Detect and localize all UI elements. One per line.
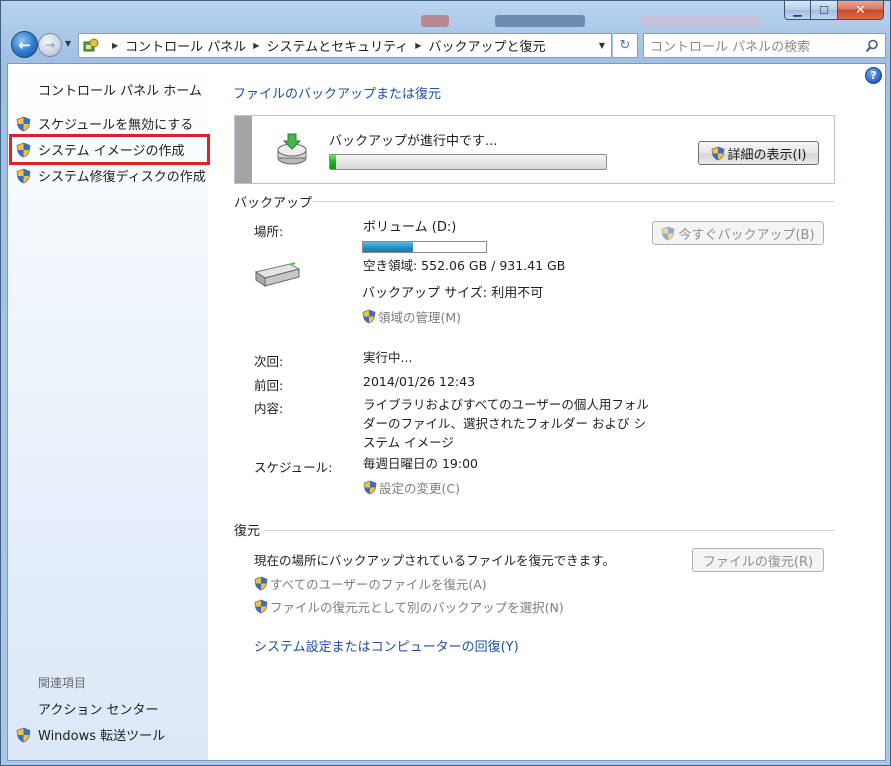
maximize-button[interactable]: ☐ [811,1,838,20]
forward-button[interactable]: → [38,33,62,57]
backup-section-heading: バックアップ [234,196,313,211]
backup-progress-panel: バックアップが進行中です... 詳細の表示(I) [234,115,835,184]
minimize-button[interactable]: ▁ [784,1,811,20]
section-divider [313,201,834,202]
task-label: システム修復ディスクの作成 [38,170,206,185]
chevron-right-icon[interactable]: ▶ [112,41,118,50]
uac-shield-icon [16,116,31,131]
uac-shield-icon [711,146,724,160]
next-run-value: 実行中... [363,350,413,365]
manage-space-link[interactable]: 領域の管理(M) [362,307,461,326]
uac-shield-icon [254,599,268,614]
select-other-backup-link[interactable]: ファイルの復元元として別のバックアップを選択(N) [254,597,564,616]
progress-bar-fill [330,155,336,169]
search-icon[interactable] [865,39,879,53]
chevron-right-icon[interactable]: ▶ [253,41,259,50]
task-label: スケジュールを無効にする [38,118,194,133]
link-label: 領域の管理(M) [378,310,462,325]
backup-progress-bar [329,154,607,170]
restore-section-heading: 復元 [234,524,261,539]
free-space-text: 空き領域: 552.06 GB / 931.41 GB [363,258,566,273]
link-label: 設定の変更(C) [379,481,460,496]
page-title: ファイルのバックアップまたは復元 [233,87,442,102]
windows-easy-transfer-link[interactable]: Windows 転送ツール [16,725,165,744]
view-details-button[interactable]: 詳細の表示(I) [698,141,819,165]
location-label: 場所: [254,224,284,239]
control-panel-home-link[interactable]: コントロール パネル ホーム [38,80,202,99]
task-create-repair-disc[interactable]: システム修復ディスクの作成 [16,166,206,185]
change-settings-link[interactable]: 設定の変更(C) [363,478,460,497]
schedule-value: 毎週日曜日の 19:00 [363,456,478,471]
last-run-value: 2014/01/26 12:43 [363,374,476,389]
contents-value-line: ステム イメージ [363,435,454,450]
highlight-box [9,134,210,165]
contents-label: 内容: [254,401,284,416]
hard-drive-icon [254,262,301,287]
task-pane: コントロール パネル ホーム スケジュールを無効にする システム イメージの作成 [8,64,210,760]
uac-shield-icon [362,309,376,324]
restore-files-button[interactable]: ファイルの復元(R) [692,548,824,572]
control-panel-icon [83,38,99,51]
last-run-label: 前回: [254,378,284,393]
task-label: Windows 転送ツール [38,729,166,744]
next-run-label: 次回: [254,354,284,369]
contents-value-line: ダーのファイル、選択されたフォルダー および シ [363,416,646,431]
help-icon[interactable]: ? [865,67,882,84]
breadcrumb-system-security[interactable]: システムとセキュリティ [266,36,408,55]
glass-decoration [495,15,585,27]
task-disable-schedule[interactable]: スケジュールを無効にする [16,114,193,133]
progress-panel-strip [235,116,252,183]
backup-size-text: バックアップ サイズ: 利用不可 [362,286,544,301]
volume-name: ボリューム (D:) [363,220,457,235]
section-divider [264,530,834,531]
caption-buttons: ▁ ☐ ✕ [784,1,884,20]
glass-decoration [641,15,761,27]
refresh-button[interactable]: ↻ [613,33,638,58]
uac-shield-icon [254,576,268,591]
address-dropdown-icon[interactable]: ▼ [599,41,605,50]
search-input[interactable]: コントロール パネルの検索 [643,33,886,58]
address-bar[interactable]: ▶ コントロール パネル ▶ システムとセキュリティ ▶ バックアップと復元 ▼ [78,33,612,58]
backup-in-progress-icon [277,133,307,165]
restore-description: 現在の場所にバックアップされているファイルを復元できます。 [254,553,615,568]
window-frame: ▁ ☐ ✕ ← → ▼ ▶ コントロール パネル ▶ システムとセキュリティ ▶… [0,0,891,766]
glass-decoration [421,15,449,27]
button-label: 詳細の表示(I) [727,147,807,163]
action-center-link[interactable]: アクション センター [38,699,158,718]
close-button[interactable]: ✕ [838,1,884,20]
back-button[interactable]: ← [11,31,38,58]
breadcrumb-control-panel[interactable]: コントロール パネル [125,36,246,55]
chevron-right-icon[interactable]: ▶ [415,41,421,50]
progress-status-text: バックアップが進行中です... [329,134,498,149]
schedule-label: スケジュール: [254,460,333,475]
backup-now-button[interactable]: 今すぐバックアップ(B) [652,221,824,245]
contents-value-line: ライブラリおよびすべてのユーザーの個人用フォル [363,397,649,412]
uac-shield-icon [16,168,31,183]
button-label: ファイルの復元(R) [702,554,814,570]
breadcrumb-backup-restore[interactable]: バックアップと復元 [428,36,545,55]
client-area: コントロール パネル ホーム スケジュールを無効にする システム イメージの作成 [7,63,886,761]
restore-all-users-link[interactable]: すべてのユーザーのファイルを復元(A) [254,574,487,593]
recover-system-link[interactable]: システム設定またはコンピューターの回復(Y) [254,636,519,655]
uac-shield-icon [661,226,675,240]
button-label: 今すぐバックアップ(B) [678,227,815,243]
uac-shield-icon [363,480,377,495]
link-label: すべてのユーザーのファイルを復元(A) [270,577,487,592]
search-placeholder: コントロール パネルの検索 [650,40,811,55]
uac-shield-icon [16,727,31,742]
navigation-bar: ← → ▼ ▶ コントロール パネル ▶ システムとセキュリティ ▶ バックアッ… [7,29,886,61]
recent-pages-dropdown-icon[interactable]: ▼ [65,39,71,48]
related-heading: 関連項目 [38,676,87,690]
volume-usage-bar [362,241,487,253]
link-label: ファイルの復元元として別のバックアップを選択(N) [270,600,564,615]
volume-usage-fill [363,242,414,252]
